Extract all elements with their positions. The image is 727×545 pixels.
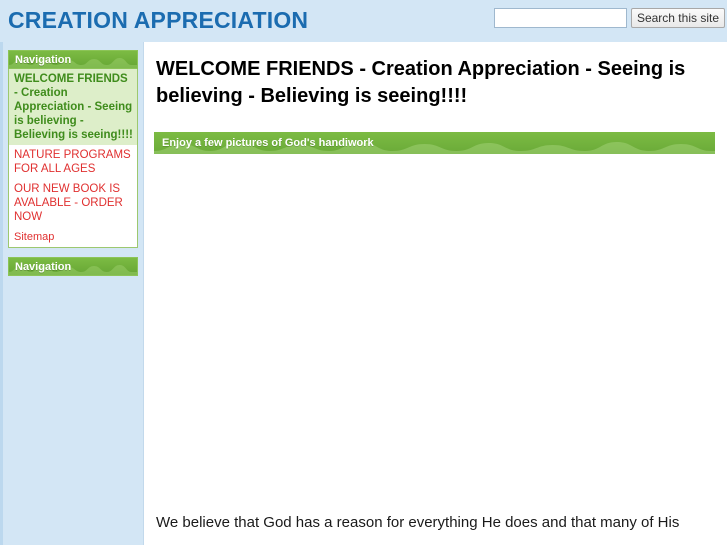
search-area: Search this site — [493, 8, 725, 28]
section-banner: Enjoy a few pictures of God's handiwork — [154, 132, 715, 154]
search-input[interactable] — [493, 8, 627, 28]
navigation-block-primary: Navigation WELCOME FRIENDS - Creation Ap… — [8, 50, 138, 248]
navigation-header-label-secondary: Navigation — [15, 261, 72, 273]
navigation-header: Navigation — [8, 50, 138, 69]
navigation-header-secondary: Navigation — [8, 257, 138, 276]
site-header: CREATION APPRECIATION Search this site — [0, 0, 727, 42]
sidebar-item-nature-programs[interactable]: NATURE PROGRAMS FOR ALL AGES — [9, 145, 137, 179]
sidebar-item-our-new-book[interactable]: OUR NEW BOOK IS AVALABLE - ORDER NOW — [9, 179, 137, 227]
navigation-list: WELCOME FRIENDS - Creation Appreciation … — [8, 69, 138, 248]
content-body-paragraph: We believe that God has a reason for eve… — [156, 514, 680, 531]
sidebar: Navigation WELCOME FRIENDS - Creation Ap… — [0, 42, 143, 545]
sidebar-item-welcome-friends[interactable]: WELCOME FRIENDS - Creation Appreciation … — [9, 69, 137, 145]
main-content: WELCOME FRIENDS - Creation Appreciation … — [143, 42, 727, 545]
page-root: CREATION APPRECIATION Search this site N… — [0, 0, 727, 545]
section-banner-label: Enjoy a few pictures of God's handiwork — [162, 137, 374, 149]
navigation-header-label: Navigation — [15, 54, 72, 66]
sidebar-item-sitemap[interactable]: Sitemap — [9, 227, 137, 247]
navigation-block-secondary: Navigation — [8, 257, 138, 276]
page-title: CREATION APPRECIATION — [8, 7, 309, 33]
content-heading: WELCOME FRIENDS - Creation Appreciation … — [156, 58, 686, 107]
search-button[interactable]: Search this site — [630, 8, 725, 28]
